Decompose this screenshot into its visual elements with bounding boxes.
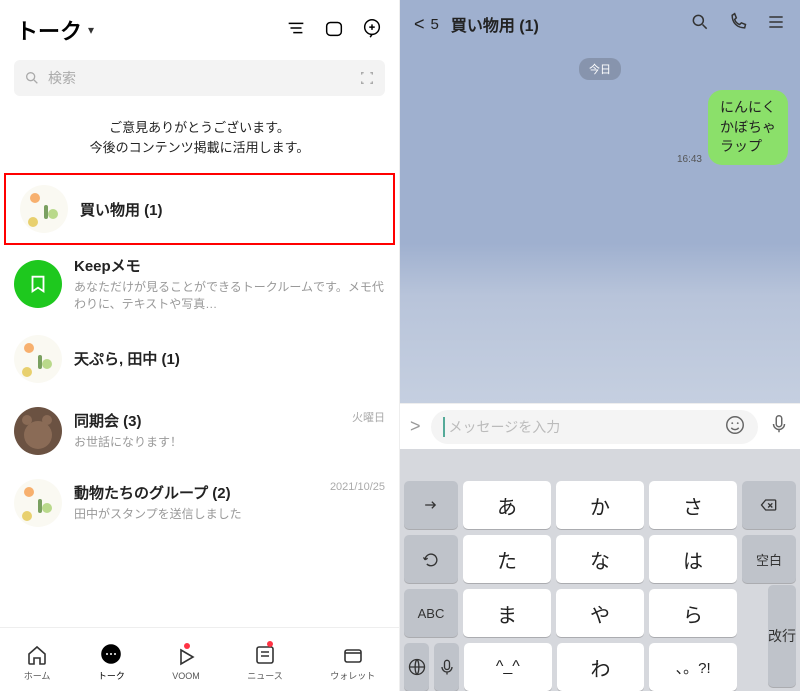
nav-news[interactable]: ニュース bbox=[247, 643, 283, 682]
mic-icon[interactable] bbox=[768, 413, 790, 440]
chat-pane: < 5 買い物用 (1) 今日 16:43 にんにく かぼちゃ ラップ > メッ… bbox=[400, 0, 800, 691]
title-dropdown[interactable]: トーク ▾ bbox=[16, 14, 94, 46]
key-undo[interactable] bbox=[404, 535, 458, 583]
key-globe[interactable] bbox=[404, 643, 429, 691]
key-a[interactable]: あ bbox=[463, 481, 551, 529]
avatar bbox=[14, 260, 62, 308]
chat-timestamp: 火曜日 bbox=[352, 405, 385, 425]
key-backspace[interactable] bbox=[742, 481, 796, 529]
key-wa[interactable]: わ bbox=[557, 643, 645, 691]
nav-label: VOOM bbox=[172, 671, 200, 681]
header-actions bbox=[285, 17, 383, 44]
chat-title: 動物たちのグループ (2) bbox=[74, 482, 318, 503]
sort-icon[interactable] bbox=[285, 17, 307, 44]
avatar bbox=[20, 185, 68, 233]
chat-timestamp: 2021/10/25 bbox=[330, 477, 385, 493]
key-abc[interactable]: ABC bbox=[404, 589, 458, 637]
chat-row-tempura[interactable]: 天ぷら, 田中 (1) bbox=[0, 323, 399, 395]
chat-header: < 5 買い物用 (1) bbox=[400, 0, 800, 48]
thanks-line1: ご意見ありがとうございます。 bbox=[0, 118, 399, 138]
folder-icon[interactable] bbox=[323, 17, 345, 44]
message-bubble[interactable]: にんにく かぼちゃ ラップ bbox=[708, 90, 788, 165]
back-count: 5 bbox=[431, 16, 439, 33]
talk-icon bbox=[99, 643, 123, 667]
message-input-bar: > メッセージを入力 bbox=[400, 403, 800, 449]
home-icon bbox=[25, 643, 49, 667]
input-placeholder: メッセージを入力 bbox=[443, 417, 561, 437]
key-punct[interactable]: 、。?! bbox=[649, 643, 737, 691]
chat-preview: 田中がスタンプを送信しました bbox=[74, 506, 318, 523]
search-placeholder: 検索 bbox=[48, 68, 76, 88]
chat-list: 買い物用 (1) Keepメモ あなただけが見ることができるトークルームです。メ… bbox=[0, 173, 399, 627]
chat-preview: あなただけが見ることができるトークルームです。メモ代わりに、テキストや写真… bbox=[74, 279, 385, 313]
call-icon[interactable] bbox=[728, 12, 748, 37]
message-time: 16:43 bbox=[677, 154, 702, 165]
key-ma[interactable]: ま bbox=[463, 589, 551, 637]
thanks-message: ご意見ありがとうございます。 今後のコンテンツ掲載に活用します。 bbox=[0, 110, 399, 173]
nav-wallet[interactable]: ウォレット bbox=[330, 643, 375, 682]
badge-dot bbox=[267, 641, 273, 647]
chat-row-animals[interactable]: 動物たちのグループ (2) 田中がスタンプを送信しました 2021/10/25 bbox=[0, 467, 399, 539]
key-enter[interactable]: 改行 bbox=[768, 585, 796, 687]
nav-voom[interactable]: VOOM bbox=[172, 645, 200, 681]
key-arrow[interactable] bbox=[404, 481, 458, 529]
nav-label: トーク bbox=[98, 669, 125, 682]
search-icon bbox=[24, 70, 40, 86]
chat-preview: お世話になります！ bbox=[74, 434, 340, 451]
bottom-nav: ホーム トーク VOOM ニュース ウォレット bbox=[0, 627, 399, 691]
key-ya[interactable]: や bbox=[556, 589, 644, 637]
key-na[interactable]: な bbox=[556, 535, 644, 583]
chevron-down-icon: ▾ bbox=[88, 23, 94, 37]
scan-icon[interactable] bbox=[359, 70, 375, 86]
avatar bbox=[14, 479, 62, 527]
message-row: 16:43 にんにく かぼちゃ ラップ bbox=[412, 90, 788, 165]
key-ta[interactable]: た bbox=[463, 535, 551, 583]
avatar bbox=[14, 335, 62, 383]
chat-row-doukikai[interactable]: 同期会 (3) お世話になります！ 火曜日 bbox=[0, 395, 399, 467]
nav-label: ホーム bbox=[24, 669, 51, 682]
back-button[interactable]: < bbox=[414, 14, 425, 35]
thanks-line2: 今後のコンテンツ掲載に活用します。 bbox=[0, 138, 399, 158]
chat-row-shopping[interactable]: 買い物用 (1) bbox=[4, 173, 395, 245]
badge-dot bbox=[184, 643, 190, 649]
emoji-icon[interactable] bbox=[724, 414, 746, 439]
suggestion-bar[interactable] bbox=[404, 455, 796, 481]
new-chat-icon[interactable] bbox=[361, 17, 383, 44]
bookmark-icon bbox=[27, 273, 49, 295]
key-sa[interactable]: さ bbox=[649, 481, 737, 529]
news-icon bbox=[253, 643, 277, 667]
key-ha[interactable]: は bbox=[649, 535, 737, 583]
wallet-icon bbox=[341, 643, 365, 667]
key-ra[interactable]: ら bbox=[649, 589, 737, 637]
key-space[interactable]: 空白 bbox=[742, 535, 796, 583]
screen-title: トーク bbox=[16, 14, 82, 46]
nav-label: ウォレット bbox=[330, 669, 375, 682]
keyboard: あ か さ た な は 空白 ABC ま や ら bbox=[400, 449, 800, 691]
chat-title: 買い物用 (1) bbox=[80, 199, 379, 220]
message-input[interactable]: メッセージを入力 bbox=[431, 410, 758, 444]
chat-messages[interactable]: 今日 16:43 にんにく かぼちゃ ラップ bbox=[400, 48, 800, 403]
search-input[interactable]: 検索 bbox=[14, 60, 385, 96]
chat-title: 同期会 (3) bbox=[74, 410, 340, 431]
key-ka[interactable]: か bbox=[556, 481, 644, 529]
menu-icon[interactable] bbox=[766, 12, 786, 37]
search-icon[interactable] bbox=[690, 12, 710, 37]
nav-home[interactable]: ホーム bbox=[24, 643, 51, 682]
key-kaomoji[interactable]: ^_^ bbox=[464, 643, 552, 691]
date-separator: 今日 bbox=[579, 58, 621, 80]
chat-title: Keepメモ bbox=[74, 255, 385, 276]
avatar bbox=[14, 407, 62, 455]
talk-list-pane: トーク ▾ 検索 ご意見ありがとうございます。 今後のコンテンツ掲載に活用します… bbox=[0, 0, 400, 691]
expand-icon[interactable]: > bbox=[410, 416, 421, 437]
nav-label: ニュース bbox=[247, 669, 283, 682]
chat-title: 買い物用 (1) bbox=[451, 12, 539, 36]
chat-title: 天ぷら, 田中 (1) bbox=[74, 348, 385, 369]
nav-talk[interactable]: トーク bbox=[98, 643, 125, 682]
left-header: トーク ▾ bbox=[0, 0, 399, 56]
chat-row-keep[interactable]: Keepメモ あなただけが見ることができるトークルームです。メモ代わりに、テキス… bbox=[0, 245, 399, 323]
key-mic[interactable] bbox=[434, 643, 459, 691]
